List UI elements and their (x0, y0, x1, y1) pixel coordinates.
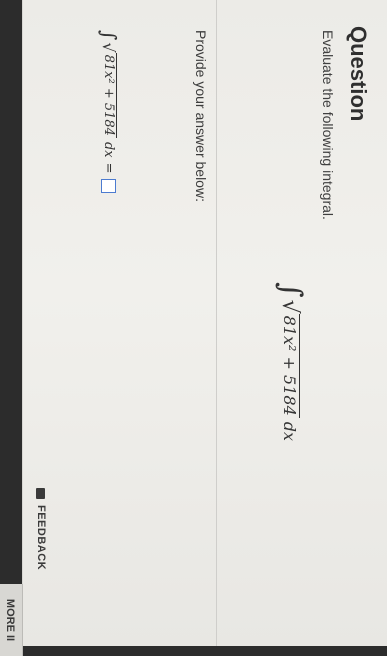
integral-expression: ∫ √ 81x² + 5184 dx (273, 282, 308, 442)
answer-expression: ∫ √ 81x² + 5184 dx = (97, 30, 121, 193)
more-button[interactable]: MORE II (0, 584, 23, 656)
feedback-button[interactable]: FEEDBACK (35, 488, 47, 570)
section-divider (216, 0, 217, 646)
answer-radicand: 81x² + 5184 (101, 52, 117, 138)
question-panel: Question Evaluate the following integral… (22, 0, 387, 646)
answer-label: Provide your answer below: (193, 30, 209, 202)
integral-radicand: 81x² + 5184 (280, 313, 300, 418)
rotated-photo-stage: Question Evaluate the following integral… (0, 0, 387, 656)
answer-differential: dx (101, 141, 117, 158)
answer-integral-sign-icon: ∫ (97, 30, 121, 41)
answer-input[interactable] (101, 178, 117, 193)
integral-differential: dx (280, 421, 300, 442)
answer-square-root-icon: √ (99, 42, 119, 53)
feedback-icon (36, 488, 46, 499)
more-label: MORE II (4, 598, 17, 642)
square-root-icon: √ (277, 299, 303, 314)
feedback-label: FEEDBACK (35, 505, 47, 571)
integral-sign-icon: ∫ (273, 282, 308, 298)
question-prompt: Evaluate the following integral. (320, 30, 336, 220)
question-heading: Question (346, 26, 371, 122)
equals-sign: = (101, 162, 117, 174)
